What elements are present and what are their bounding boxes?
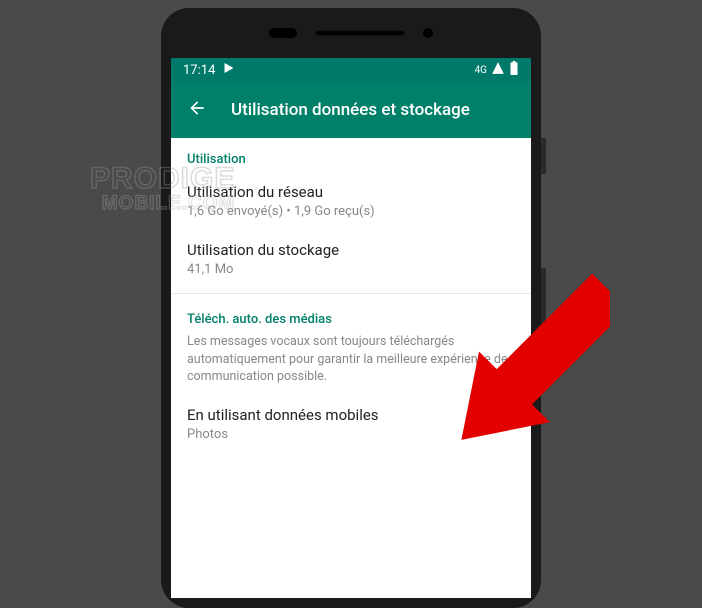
- network-usage-subtitle: 1,6 Go envoyé(s) • 1,9 Go reçu(s): [187, 204, 515, 219]
- status-time: 17:14: [183, 63, 215, 78]
- phone-camera: [423, 28, 433, 38]
- phone-side-button: [541, 268, 546, 348]
- phone-speaker: [315, 30, 405, 36]
- section-header-media: Téléch. auto. des médias: [171, 298, 531, 333]
- storage-usage-subtitle: 41,1 Mo: [187, 262, 515, 277]
- screen: 17:14 4G Utilisation données et stockage: [171, 58, 531, 598]
- back-arrow-icon[interactable]: [187, 98, 207, 122]
- content: Utilisation Utilisation du réseau 1,6 Go…: [171, 138, 531, 454]
- signal-icon: [491, 61, 505, 79]
- app-bar: Utilisation données et stockage: [171, 82, 531, 138]
- network-usage-item[interactable]: Utilisation du réseau 1,6 Go envoyé(s) •…: [171, 173, 531, 231]
- divider: [171, 293, 531, 294]
- battery-icon: [509, 61, 519, 79]
- section-description-media: Les messages vocaux sont toujours téléch…: [171, 333, 531, 396]
- page-title: Utilisation données et stockage: [231, 100, 470, 120]
- network-usage-title: Utilisation du réseau: [187, 183, 515, 201]
- storage-usage-title: Utilisation du stockage: [187, 241, 515, 259]
- network-type: 4G: [475, 65, 487, 76]
- mobile-data-subtitle: Photos: [187, 427, 515, 442]
- phone-frame: 17:14 4G Utilisation données et stockage: [161, 8, 541, 608]
- status-bar: 17:14 4G: [171, 58, 531, 82]
- mobile-data-item[interactable]: En utilisant données mobiles Photos: [171, 396, 531, 454]
- play-store-icon: [223, 62, 235, 78]
- phone-sensor: [269, 28, 297, 38]
- phone-notch: [269, 28, 433, 38]
- storage-usage-item[interactable]: Utilisation du stockage 41,1 Mo: [171, 231, 531, 289]
- phone-side-button: [541, 138, 546, 174]
- mobile-data-title: En utilisant données mobiles: [187, 406, 515, 424]
- section-header-usage: Utilisation: [171, 138, 531, 173]
